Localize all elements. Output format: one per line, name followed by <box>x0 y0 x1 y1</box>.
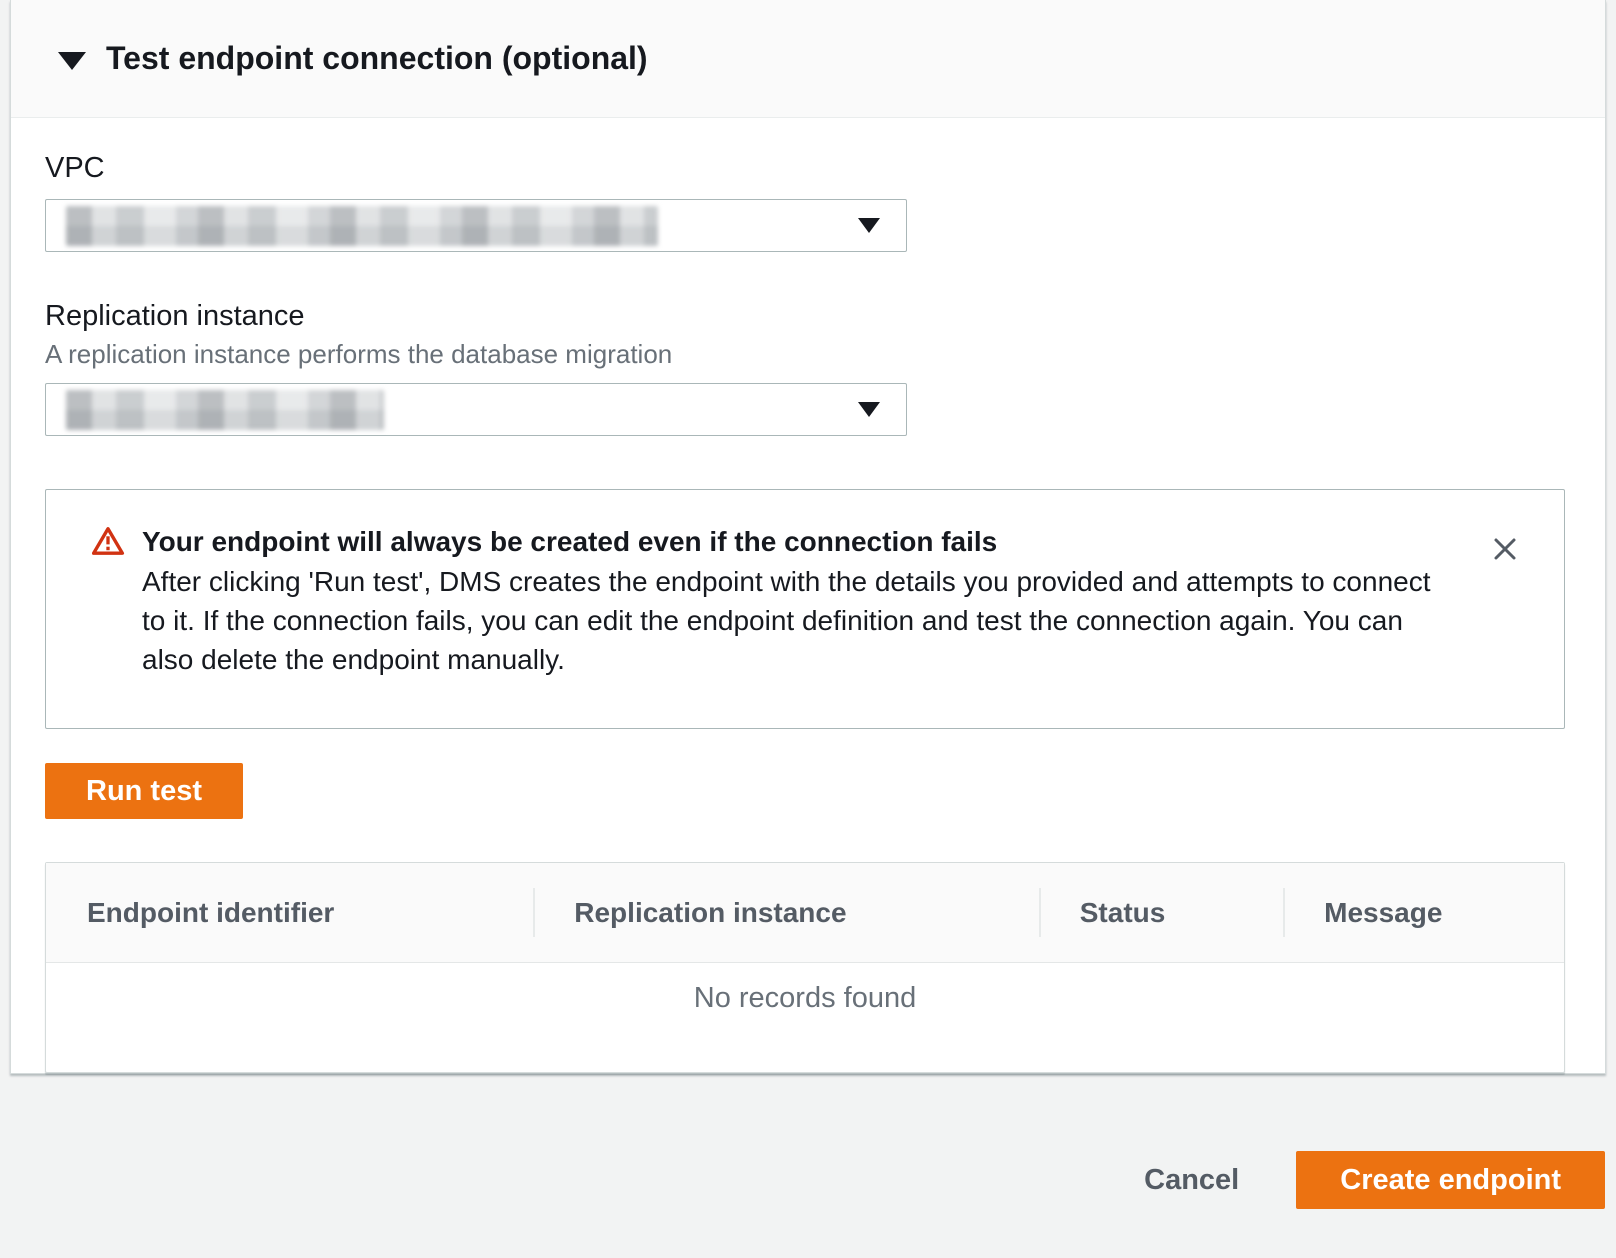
column-header-replication-instance: Replication instance <box>533 863 1038 962</box>
vpc-label: VPC <box>45 151 1563 185</box>
vpc-field: VPC <box>45 118 1563 252</box>
create-endpoint-button[interactable]: Create endpoint <box>1296 1151 1605 1209</box>
replication-instance-description: A replication instance performs the data… <box>45 339 1563 369</box>
close-icon <box>1488 532 1522 566</box>
run-test-button[interactable]: Run test <box>45 763 243 819</box>
vpc-select[interactable] <box>45 199 907 252</box>
column-header-status: Status <box>1039 863 1283 962</box>
column-header-message: Message <box>1283 863 1564 962</box>
warning-title: Your endpoint will always be created eve… <box>142 522 1437 562</box>
table-body: No records found <box>46 963 1564 1072</box>
warning-triangle-icon <box>91 525 125 679</box>
replication-instance-label: Replication instance <box>45 299 1563 333</box>
chevron-down-icon <box>858 402 880 417</box>
column-header-endpoint-identifier: Endpoint identifier <box>46 863 533 962</box>
section-title: Test endpoint connection (optional) <box>106 40 648 77</box>
test-endpoint-connection-section: Test endpoint connection (optional) VPC … <box>10 0 1606 1074</box>
warning-close-button[interactable] <box>1488 532 1522 566</box>
footer-actions: Cancel Create endpoint <box>0 1151 1616 1209</box>
vpc-redacted-value <box>66 206 658 246</box>
replication-instance-redacted-value <box>66 390 384 430</box>
warning-body: After clicking 'Run test', DMS creates t… <box>142 562 1437 679</box>
triangle-down-icon <box>58 52 86 70</box>
replication-instance-select[interactable] <box>45 383 907 436</box>
empty-state-message: No records found <box>694 963 916 1072</box>
section-body: VPC Replication instance A replication i… <box>11 118 1605 1073</box>
replication-instance-field: Replication instance A replication insta… <box>45 252 1563 436</box>
warning-text: Your endpoint will always be created eve… <box>142 522 1437 679</box>
table-header-row: Endpoint identifier Replication instance… <box>46 863 1564 963</box>
section-header[interactable]: Test endpoint connection (optional) <box>11 0 1605 118</box>
results-table: Endpoint identifier Replication instance… <box>45 862 1565 1073</box>
warning-alert: Your endpoint will always be created eve… <box>45 489 1565 729</box>
chevron-down-icon <box>858 218 880 233</box>
cancel-button[interactable]: Cancel <box>1144 1164 1239 1197</box>
